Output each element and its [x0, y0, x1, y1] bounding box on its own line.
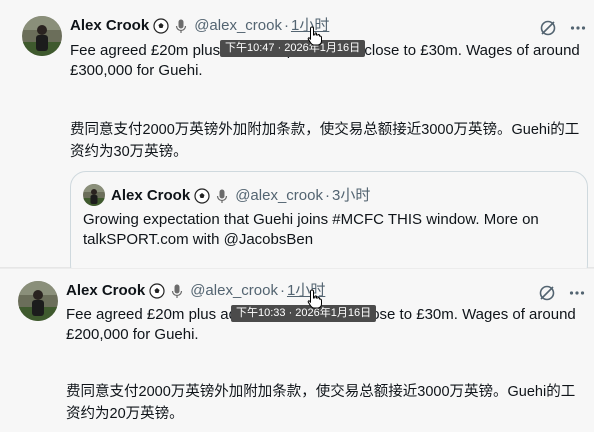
translated-text: 费同意支付2000万英镑外加附加条款，使交易总额接近3000万英镑。Guehi的… — [66, 384, 576, 422]
author-name[interactable]: Alex Crook — [111, 186, 190, 206]
quoted-tweet-header: Alex Crook @alex_crook · 3小时 — [111, 186, 370, 206]
tweet-header: Alex Crook @alex_crook · 1小时 — [66, 281, 325, 301]
microphone-icon — [169, 283, 185, 299]
author-handle[interactable]: @alex_crook — [190, 281, 278, 301]
author-handle[interactable]: @alex_crook — [194, 16, 282, 36]
grok-icon[interactable] — [538, 18, 558, 38]
microphone-icon — [214, 188, 230, 204]
tweet-card[interactable]: Alex Crook @alex_crook · 1小时 下午10:47 · 2… — [0, 0, 594, 281]
tweet-actions — [527, 283, 587, 303]
author-handle[interactable]: @alex_crook — [235, 186, 323, 206]
timestamp-tooltip: 下午10:33 · 2026年1月16日 — [231, 305, 377, 322]
soccer-ball-icon — [149, 283, 165, 299]
soccer-ball-icon — [194, 188, 210, 204]
separator-dot: · — [279, 282, 285, 299]
soccer-ball-icon — [153, 18, 169, 34]
author-name[interactable]: Alex Crook — [66, 281, 145, 301]
quoted-tweet[interactable]: Alex Crook @alex_crook · 3小时 Growing exp… — [70, 171, 588, 281]
avatar[interactable] — [22, 16, 62, 56]
separator-dot: · — [324, 187, 330, 204]
tweet-header: Alex Crook @alex_crook · 1小时 — [70, 16, 329, 36]
avatar[interactable] — [18, 281, 58, 321]
more-icon[interactable] — [567, 283, 587, 303]
author-name[interactable]: Alex Crook — [70, 16, 149, 36]
hand-cursor-icon — [307, 289, 323, 309]
timestamp-tooltip: 下午10:47 · 2026年1月16日 — [220, 40, 366, 57]
quoted-tweet-text: Growing expectation that Guehi joins #MC… — [83, 211, 539, 248]
separator-dot: · — [283, 17, 289, 34]
tweet-actions — [528, 18, 588, 38]
grok-icon[interactable] — [537, 283, 557, 303]
tweet-card[interactable]: Alex Crook @alex_crook · 1小时 下午10:33 · 2… — [0, 268, 594, 432]
timestamp-link[interactable]: 3小时 — [332, 186, 370, 206]
hand-cursor-icon — [307, 26, 323, 46]
translated-text: 费同意支付2000万英镑外加附加条款，使交易总额接近3000万英镑。Guehi的… — [70, 122, 580, 160]
microphone-icon — [173, 18, 189, 34]
more-icon[interactable] — [568, 18, 588, 38]
avatar[interactable] — [83, 184, 105, 206]
